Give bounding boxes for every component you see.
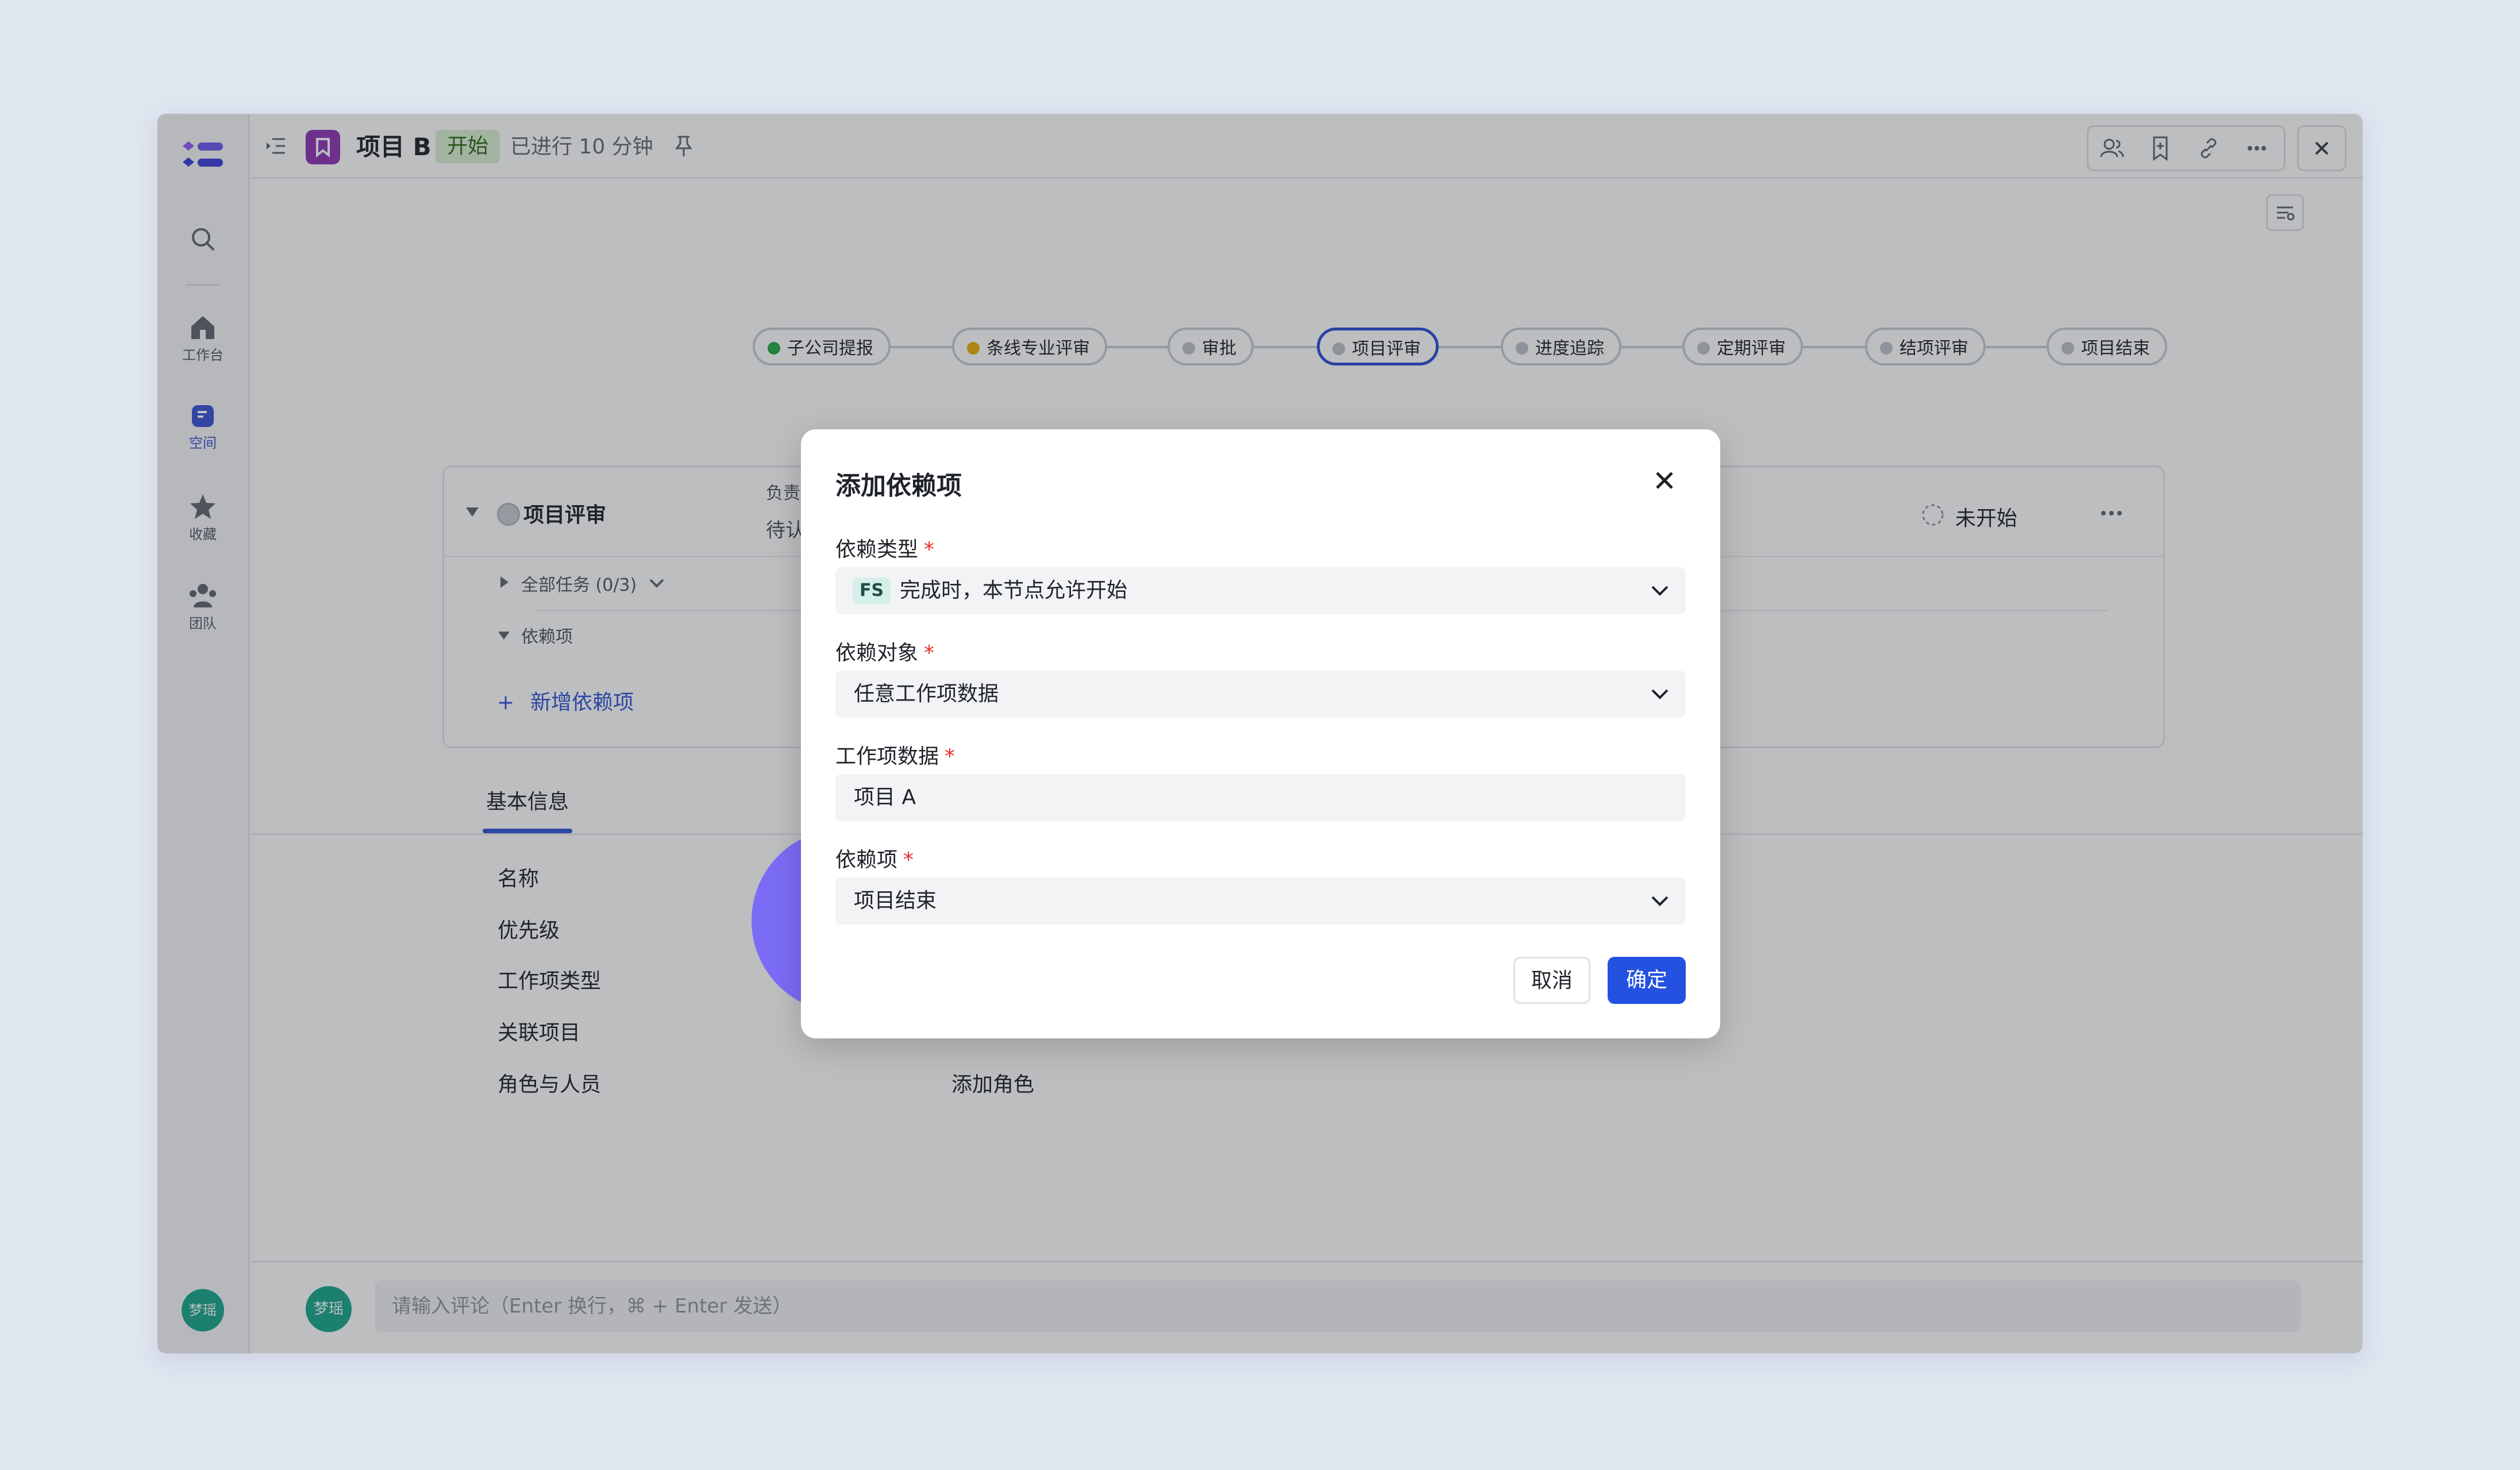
- label-text: 依赖对象: [835, 641, 919, 665]
- chevron-down-icon: [1651, 689, 1669, 699]
- required-mark: *: [924, 538, 935, 561]
- chevron-down-icon: [1651, 586, 1669, 596]
- label-text: 依赖类型: [835, 538, 919, 561]
- dependency-target-label: 依赖对象 *: [835, 636, 934, 666]
- dialog-title: 添加依赖项: [835, 471, 962, 501]
- select-value: 任意工作项数据: [854, 682, 999, 706]
- close-icon[interactable]: [1651, 467, 1678, 494]
- label-text: 依赖项: [835, 848, 898, 872]
- dependency-target-select[interactable]: 任意工作项数据: [835, 671, 1686, 718]
- dependency-item-select[interactable]: 项目结束: [835, 878, 1686, 925]
- required-mark: *: [945, 745, 955, 768]
- work-item-data-label: 工作项数据 *: [835, 740, 955, 769]
- cancel-button[interactable]: 取消: [1513, 957, 1590, 1004]
- add-dependency-dialog: 添加依赖项 依赖类型 * FS 完成时，本节点允许开始 依赖对象 * 任意工作项数据…: [801, 429, 1720, 1038]
- work-item-data-input[interactable]: 项目 A: [835, 774, 1686, 821]
- required-mark: *: [903, 848, 914, 872]
- required-mark: *: [924, 641, 935, 665]
- select-value: 项目结束: [854, 889, 937, 913]
- fs-badge: FS: [853, 578, 891, 604]
- confirm-button[interactable]: 确定: [1608, 957, 1686, 1004]
- select-value: 完成时，本节点允许开始: [900, 579, 1128, 602]
- chevron-down-icon: [1651, 896, 1669, 906]
- dependency-type-label: 依赖类型 *: [835, 533, 934, 563]
- input-value: 项目 A: [854, 786, 916, 809]
- dependency-item-label: 依赖项 *: [835, 843, 914, 873]
- label-text: 工作项数据: [835, 745, 939, 768]
- dependency-type-select[interactable]: FS 完成时，本节点允许开始: [835, 567, 1686, 614]
